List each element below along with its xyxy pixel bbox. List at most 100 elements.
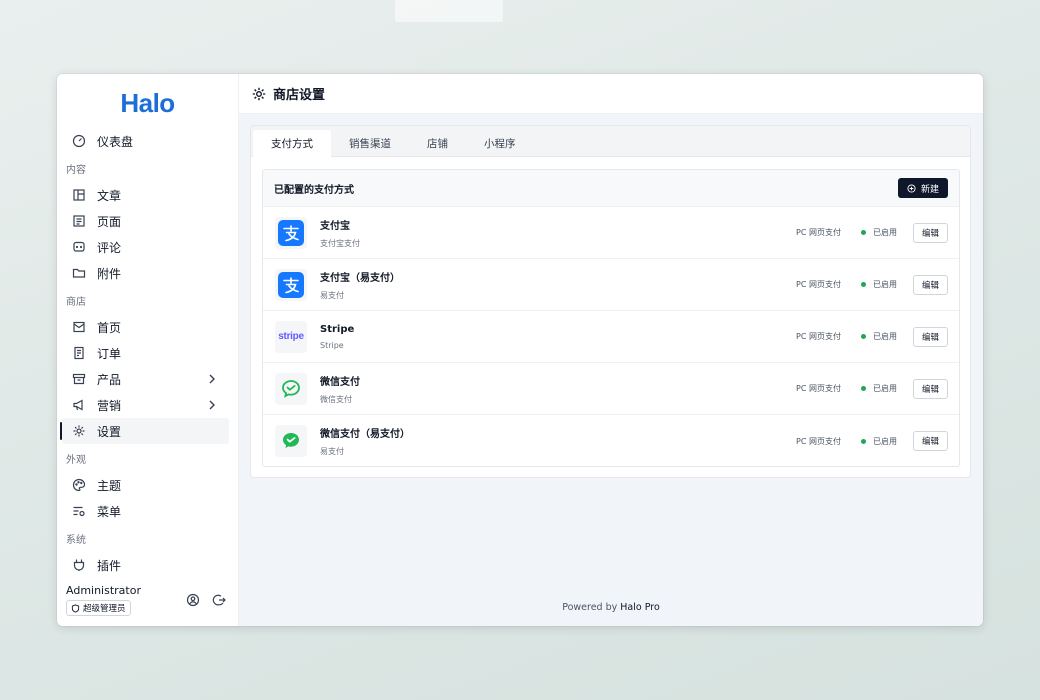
wechat-pay-icon — [275, 425, 307, 457]
payment-row: 微信支付（易支付） 易支付 PC 网页支付 已启用 编辑 — [263, 415, 959, 466]
sidebar-item-dashboard[interactable]: 仪表盘 — [62, 128, 229, 154]
group-label-content: 内容 — [66, 164, 86, 176]
sidebar-item-themes[interactable]: 主题 — [62, 472, 229, 498]
payment-subtitle: 支付宝支付 — [320, 238, 360, 248]
payment-type: PC 网页支付 — [796, 436, 841, 446]
shield-icon — [71, 603, 80, 613]
sidebar: Halo 仪表盘 内容 文章 页面 评论 附件 商店 首页 订单 产品 营销 设… — [57, 74, 239, 626]
edit-button[interactable]: 编辑 — [913, 222, 948, 243]
payment-subtitle: Stripe — [320, 340, 344, 350]
status-badge: 已启用 — [861, 279, 897, 290]
tab-mini-program[interactable]: 小程序 — [466, 130, 534, 156]
sidebar-item-label: 产品 — [97, 372, 122, 387]
status-badge: 已启用 — [861, 331, 897, 342]
payment-name: Stripe — [320, 323, 355, 335]
sidebar-item-plugins[interactable]: 插件 — [62, 552, 229, 578]
tab-store[interactable]: 店铺 — [409, 130, 466, 156]
user-profile-icon[interactable] — [186, 593, 200, 607]
sidebar-item-label: 页面 — [97, 214, 122, 229]
group-label-system: 系统 — [66, 534, 86, 546]
status-dot — [861, 386, 866, 391]
payment-row: 支付宝（易支付） 易支付 PC 网页支付 已启用 编辑 — [263, 259, 959, 311]
tab-payment-methods[interactable]: 支付方式 — [253, 130, 331, 157]
sidebar-item-posts[interactable]: 文章 — [62, 182, 229, 208]
status-dot — [861, 438, 866, 444]
status-dot — [861, 282, 866, 287]
chevron-right-icon — [209, 400, 215, 410]
sidebar-item-label: 菜单 — [97, 504, 122, 519]
alipay-icon — [275, 268, 307, 301]
payment-row: 支付宝 支付宝支付 PC 网页支付 已启用 编辑 — [263, 207, 959, 259]
megaphone-icon — [72, 398, 86, 412]
status-badge: 已启用 — [861, 436, 897, 447]
menu-list-icon — [72, 504, 86, 518]
sidebar-item-label: 营销 — [97, 398, 122, 413]
edit-button[interactable]: 编辑 — [913, 431, 948, 451]
stripe-icon: stripe — [275, 320, 307, 353]
alipay-icon — [275, 216, 307, 249]
footer: Powered by Halo Pro — [239, 602, 983, 613]
payment-row: stripe Stripe Stripe PC 网页支付 已启用 编辑 — [263, 311, 959, 363]
plus-circle-icon — [907, 183, 916, 193]
gear-icon — [252, 87, 266, 100]
logout-icon[interactable] — [212, 593, 226, 607]
sidebar-item-marketing[interactable]: 营销 — [62, 392, 229, 418]
order-icon — [72, 346, 86, 360]
footer-brand[interactable]: Halo Pro — [620, 602, 660, 613]
pages-icon — [72, 214, 86, 228]
payment-row: 微信支付 微信支付 PC 网页支付 已启用 编辑 — [263, 363, 959, 415]
status-dot — [861, 334, 866, 339]
payment-type: PC 网页支付 — [796, 228, 841, 237]
sidebar-item-label: 订单 — [97, 346, 122, 361]
palette-icon — [72, 478, 86, 492]
mail-icon — [72, 320, 86, 334]
sidebar-item-label: 设置 — [97, 424, 122, 439]
card-title: 已配置的支付方式 — [274, 184, 354, 196]
posts-icon — [72, 188, 86, 202]
payment-type: PC 网页支付 — [796, 332, 841, 341]
sidebar-item-pages[interactable]: 页面 — [62, 208, 229, 234]
sidebar-item-attachments[interactable]: 附件 — [62, 260, 229, 286]
wechat-pay-outline-icon — [275, 372, 307, 405]
sidebar-item-label: 首页 — [97, 320, 122, 335]
tab-sales-channels[interactable]: 销售渠道 — [331, 130, 409, 156]
sidebar-item-label: 仪表盘 — [97, 134, 134, 149]
main-content: 商店设置 支付方式 销售渠道 店铺 小程序 已配置的支付方式 新建 支付宝 支付… — [239, 74, 983, 626]
payment-name: 微信支付 — [320, 376, 360, 388]
sidebar-item-label: 评论 — [97, 240, 122, 255]
chevron-right-icon — [209, 374, 215, 384]
payment-subtitle: 易支付 — [320, 447, 344, 456]
payment-type: PC 网页支付 — [796, 384, 841, 393]
sidebar-item-home[interactable]: 首页 — [62, 314, 229, 340]
new-payment-button[interactable]: 新建 — [897, 178, 948, 198]
sidebar-item-comments[interactable]: 评论 — [62, 234, 229, 260]
edit-button[interactable]: 编辑 — [913, 378, 948, 399]
footer-prefix: Powered by — [562, 602, 618, 613]
edit-button[interactable]: 编辑 — [913, 326, 948, 347]
payment-name: 微信支付（易支付） — [320, 429, 410, 440]
sidebar-item-products[interactable]: 产品 — [62, 366, 229, 392]
gear-icon — [72, 424, 86, 438]
payment-type: PC 网页支付 — [796, 280, 841, 289]
status-badge: 已启用 — [861, 227, 897, 238]
plug-icon — [72, 558, 86, 572]
payment-methods-card: 已配置的支付方式 新建 支付宝 支付宝支付 PC 网页支付 已启用 编辑 支付宝… — [262, 169, 960, 467]
payment-subtitle: 易支付 — [320, 290, 344, 300]
payment-name: 支付宝（易支付） — [320, 272, 400, 284]
tab-bar: 支付方式 销售渠道 店铺 小程序 — [251, 126, 970, 157]
role-badge: 超级管理员 — [66, 600, 131, 616]
sidebar-item-settings[interactable]: 设置 — [60, 418, 229, 444]
payment-subtitle: 微信支付 — [320, 394, 352, 404]
sidebar-item-label: 插件 — [97, 558, 122, 573]
card-header: 已配置的支付方式 新建 — [263, 170, 959, 207]
status-badge: 已启用 — [861, 383, 897, 394]
dashboard-icon — [72, 134, 86, 148]
edit-button[interactable]: 编辑 — [913, 274, 948, 295]
sidebar-item-menus[interactable]: 菜单 — [62, 498, 229, 524]
page-header: 商店设置 — [239, 74, 983, 114]
status-dot — [861, 230, 866, 235]
comment-icon — [72, 240, 86, 254]
group-label-shop: 商店 — [66, 296, 86, 308]
sidebar-item-orders[interactable]: 订单 — [62, 340, 229, 366]
logo[interactable]: Halo — [57, 74, 238, 128]
